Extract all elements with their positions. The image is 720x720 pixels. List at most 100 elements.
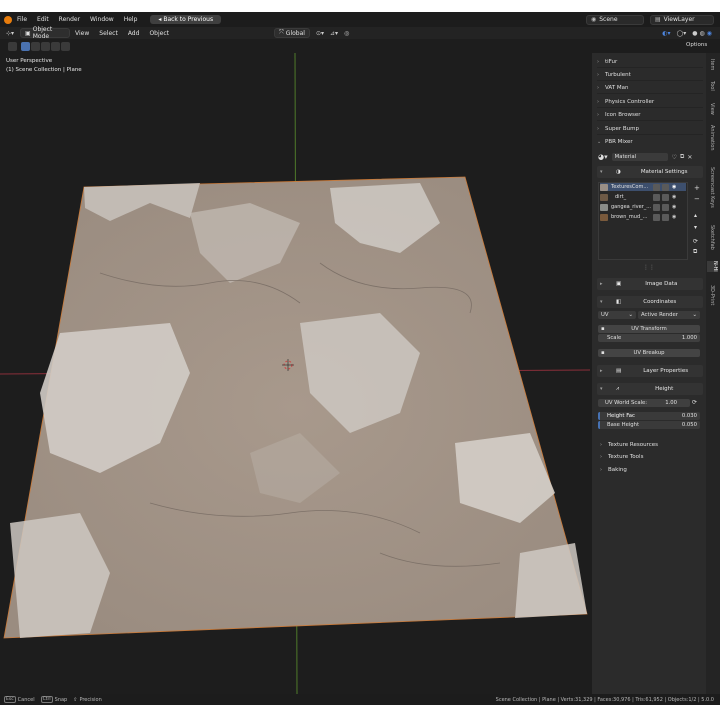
material-name-field[interactable]: Material [611, 153, 668, 161]
texture-node-icon[interactable] [662, 193, 669, 201]
pivot-icon[interactable]: ⊙▾ [316, 30, 324, 37]
tab-sketchfab[interactable]: Sketchfab [709, 225, 715, 250]
copy-icon[interactable]: ⧉ [693, 248, 697, 256]
remove-texture-icon[interactable]: − [694, 195, 700, 203]
addon-physics-controller-label: Physics Controller [605, 98, 655, 105]
height-header[interactable]: ▾ ⩘ Height [597, 383, 703, 395]
uv-world-scale-field[interactable]: UV World Scale: 1.00 [598, 399, 690, 407]
addon-icon-browser-label: Icon Browser [605, 111, 641, 118]
texture-tools-row[interactable]: › Texture Tools [600, 451, 706, 463]
layer-properties-header[interactable]: ▸ ▤ Layer Properties [597, 365, 703, 377]
eye-icon[interactable]: ◉ [672, 194, 676, 200]
unlink-material-icon[interactable]: ✕ [687, 154, 692, 161]
uv-transform-checkbox-icon[interactable]: ▪ [601, 326, 605, 332]
texture-node-icon[interactable] [662, 203, 669, 211]
menu-edit[interactable]: Edit [32, 16, 54, 23]
texture-list-item[interactable]: brown_mud_... ◉ [600, 213, 686, 221]
chevron-right-icon: › [597, 71, 599, 78]
texture-list-item[interactable]: dirt_ ◉ [600, 193, 686, 201]
addon-vat-man[interactable]: › VAT Man [597, 82, 703, 94]
addon-turbulent[interactable]: › Turbulent [597, 69, 703, 81]
menu-object[interactable]: Object [144, 30, 174, 37]
transform-orientation-selector[interactable]: ⤧ Global [273, 28, 310, 38]
tab-view[interactable]: View [709, 103, 715, 115]
terrain-plane[interactable] [3, 176, 588, 639]
texture-list-item[interactable]: TexturesCom... ◉ [600, 183, 686, 191]
proportional-edit-icon[interactable]: ◎ [344, 30, 349, 37]
3d-viewport[interactable]: User Perspective (1) Scene Collection | … [0, 53, 590, 694]
eye-icon[interactable]: ◉ [672, 204, 676, 210]
addon-physics-controller[interactable]: › Physics Controller [597, 96, 703, 108]
viewport-canvas[interactable] [0, 53, 590, 694]
mode-selector[interactable]: ▣ Object Mode [20, 26, 71, 40]
menu-window[interactable]: Window [85, 16, 119, 23]
menu-select[interactable]: Select [94, 30, 123, 37]
texture-resources-row[interactable]: › Texture Resources [600, 439, 706, 451]
texture-node-icon[interactable] [662, 183, 669, 191]
active-render-dropdown[interactable]: Active Render ⌄ [638, 311, 700, 319]
texture-image-icon[interactable] [653, 183, 660, 191]
uv-transform-button[interactable]: ▪ UV Transform [598, 325, 700, 333]
uv-breakup-button[interactable]: ▪ UV Breakup [598, 349, 700, 357]
tab-animation[interactable]: Animation [709, 125, 715, 151]
viewport-shading-icon[interactable]: ◐▾ [662, 30, 670, 37]
scene-selector[interactable]: ◉ Scene [586, 14, 644, 25]
material-sphere-icon[interactable]: ◕▾ [598, 153, 608, 161]
move-up-icon[interactable]: ▴ [694, 212, 697, 219]
shading-rendered-icon[interactable]: ◉ [707, 30, 712, 37]
base-height-field[interactable]: Base Height 0.050 [598, 421, 700, 429]
tab-screencast-keys[interactable]: Screencast Keys [709, 167, 715, 208]
refresh-icon[interactable]: ⟳ [693, 238, 698, 245]
eye-icon[interactable]: ◉ [672, 214, 676, 220]
addon-icon-browser[interactable]: › Icon Browser [597, 109, 703, 121]
add-texture-icon[interactable]: + [694, 184, 700, 192]
move-down-icon[interactable]: ▾ [694, 224, 697, 231]
snap-icon[interactable]: ⊿▾ [330, 30, 338, 37]
toolbar-toggle-icon[interactable] [8, 41, 17, 51]
material-selector[interactable]: ◕▾ Material ♡ ⧉ ✕ [598, 152, 702, 162]
uv-map-dropdown[interactable]: UV ⌄ [598, 311, 636, 319]
tab-tool[interactable]: Tool [709, 81, 715, 91]
eye-icon[interactable]: ◉ [672, 184, 676, 190]
editor-type-icon[interactable]: ⊹▾ [6, 30, 14, 37]
image-data-header[interactable]: ▸ ▣ Image Data [597, 278, 703, 290]
coordinates-header[interactable]: ▾ ◧ Coordinates [597, 296, 703, 308]
menu-view[interactable]: View [70, 30, 94, 37]
menu-help[interactable]: Help [119, 16, 143, 23]
addon-pbr-mixer[interactable]: ⌄ PBR Mixer [597, 136, 703, 148]
select-box-icon[interactable] [21, 41, 30, 51]
back-to-previous-button[interactable]: ◂ Back to Previous [150, 15, 222, 24]
addon-super-bump[interactable]: › Super Bump [597, 123, 703, 135]
texture-image-icon[interactable] [653, 203, 660, 211]
options-button[interactable]: Options [686, 42, 707, 48]
select-mode-4-icon[interactable] [61, 41, 70, 51]
texture-image-icon[interactable] [653, 193, 660, 201]
blender-logo-icon[interactable] [4, 15, 12, 24]
duplicate-material-icon[interactable]: ⧉ [680, 153, 684, 161]
fake-user-icon[interactable]: ♡ [672, 154, 677, 161]
texture-list-item[interactable]: gangea_river_... ◉ [600, 203, 686, 211]
reset-scale-icon[interactable]: ⟳ [692, 399, 697, 406]
addon-tifur[interactable]: › tiFur [597, 56, 703, 68]
baking-row[interactable]: › Baking [600, 464, 706, 476]
menu-file[interactable]: File [12, 16, 32, 23]
shading-material-icon[interactable]: ◍ [700, 30, 705, 37]
uv-breakup-checkbox-icon[interactable]: ▪ [601, 350, 605, 356]
tab-n-hi[interactable]: N-Hi [707, 261, 718, 272]
texture-image-icon[interactable] [653, 213, 660, 221]
height-fac-field[interactable]: Height Fac 0.030 [598, 412, 700, 420]
menu-render[interactable]: Render [54, 16, 85, 23]
menu-add[interactable]: Add [123, 30, 145, 37]
list-resize-handle-icon[interactable]: ⋮⋮ [643, 264, 655, 271]
view-layer-selector[interactable]: ▤ ViewLayer [650, 14, 714, 25]
select-mode-2-icon[interactable] [41, 41, 50, 51]
overlay-icon[interactable]: ◯▾ [677, 30, 687, 37]
material-settings-header[interactable]: ▾ ◑ Material Settings [597, 166, 703, 178]
select-mode-3-icon[interactable] [51, 41, 60, 51]
scale-field[interactable]: Scale 1.000 [598, 334, 700, 342]
texture-node-icon[interactable] [662, 213, 669, 221]
shading-solid-icon[interactable]: ● [692, 30, 697, 37]
tab-3d-print[interactable]: 3D-Print [709, 285, 715, 305]
select-mode-1-icon[interactable] [31, 41, 40, 51]
tab-item[interactable]: Item [709, 59, 715, 70]
